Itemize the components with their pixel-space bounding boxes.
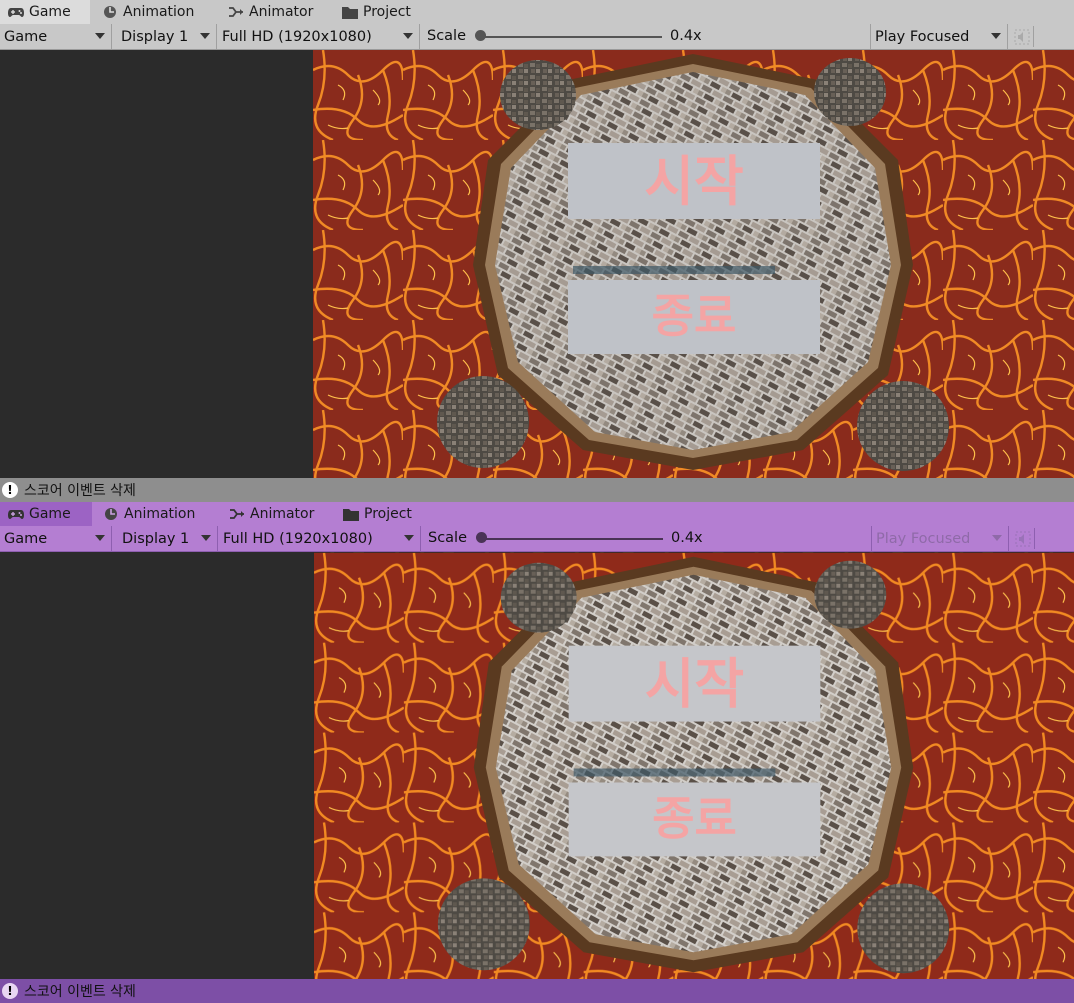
tab-label: Animation	[124, 506, 196, 522]
scale-slider-thumb[interactable]	[476, 532, 487, 543]
scale-control: Scale 0.4x	[421, 526, 871, 551]
scale-slider-track[interactable]	[482, 36, 662, 38]
display-select[interactable]: Display 1	[117, 24, 217, 49]
clock-icon	[102, 5, 118, 19]
tab-game[interactable]: Game	[0, 502, 92, 526]
clock-icon	[103, 507, 119, 521]
scale-value: 0.4x	[671, 530, 703, 546]
chevron-down-icon	[95, 33, 105, 39]
game-scene: 시작 종료	[314, 552, 1074, 981]
tab-bar: Game Animation Animator Project	[0, 502, 1074, 526]
letterbox-area	[0, 50, 313, 478]
gamepad-icon	[8, 507, 24, 521]
view-select[interactable]: Game	[0, 24, 112, 49]
chevron-down-icon	[404, 535, 414, 541]
tab-animation[interactable]: Animation	[95, 502, 219, 526]
mute-audio-button[interactable]	[1011, 26, 1034, 47]
tab-label: Animation	[123, 4, 195, 20]
quit-button[interactable]: 종료	[568, 280, 820, 354]
status-bar[interactable]: ! 스코어 이벤트 삭제	[0, 979, 1074, 1003]
game-window-normal: Game Animation Animator Project Game Dis…	[0, 0, 1074, 502]
resolution-select[interactable]: Full HD (1920x1080)	[219, 526, 421, 551]
scale-value: 0.4x	[670, 28, 702, 44]
scale-slider-thumb[interactable]	[475, 30, 486, 41]
start-button[interactable]: 시작	[568, 143, 820, 219]
status-message: 스코어 이벤트 삭제	[24, 483, 136, 499]
game-scene: 시작 종료	[313, 50, 1074, 478]
display-select-value: Display 1	[121, 28, 189, 45]
scale-label: Scale	[428, 530, 468, 546]
scale-label: Scale	[427, 28, 467, 44]
tab-animator[interactable]: Animator	[220, 0, 332, 24]
view-select[interactable]: Game	[0, 526, 112, 551]
tab-label: Project	[364, 506, 412, 522]
status-bar[interactable]: ! 스코어 이벤트 삭제	[0, 478, 1074, 502]
chevron-down-icon	[991, 33, 1001, 39]
tab-project[interactable]: Project	[334, 0, 434, 24]
quit-button-label: 종료	[652, 289, 737, 343]
view-select-value: Game	[4, 28, 48, 45]
game-viewport: 시작 종료	[0, 552, 1074, 981]
status-message: 스코어 이벤트 삭제	[24, 984, 136, 1000]
chevron-down-icon	[95, 535, 105, 541]
animator-icon	[228, 5, 244, 19]
resolution-select[interactable]: Full HD (1920x1080)	[218, 24, 420, 49]
game-window-playmode: Game Animation Animator Project Game Dis…	[0, 502, 1074, 1003]
play-mode-select: Play Focused	[871, 526, 1009, 551]
tab-label: Animator	[249, 4, 314, 20]
mute-audio-button	[1012, 528, 1035, 549]
chevron-down-icon	[403, 33, 413, 39]
quit-button[interactable]: 종료	[568, 782, 821, 857]
tab-label: Game	[29, 506, 71, 522]
tab-bar: Game Animation Animator Project	[0, 0, 1074, 24]
letterbox-area	[0, 552, 313, 981]
scale-slider-track[interactable]	[483, 538, 663, 540]
start-button-label: 시작	[645, 653, 744, 716]
folder-icon	[343, 507, 359, 521]
play-mode-select-value: Play Focused	[875, 28, 970, 45]
warning-icon: !	[2, 983, 18, 999]
tab-label: Project	[363, 4, 411, 20]
start-button[interactable]: 시작	[568, 645, 821, 722]
folder-icon	[342, 5, 358, 19]
resolution-select-value: Full HD (1920x1080)	[223, 530, 373, 547]
game-viewport: 시작 종료	[0, 50, 1074, 478]
tab-animator[interactable]: Animator	[221, 502, 333, 526]
mute-icon	[1015, 531, 1031, 547]
gamepad-icon	[8, 5, 24, 19]
quit-button-label: 종료	[652, 791, 737, 845]
animator-icon	[229, 507, 245, 521]
tab-label: Animator	[250, 506, 315, 522]
resolution-select-value: Full HD (1920x1080)	[222, 28, 372, 45]
mute-icon	[1014, 29, 1030, 45]
display-select-value: Display 1	[122, 530, 190, 547]
game-render[interactable]: 시작 종료	[313, 50, 1074, 478]
start-button-label: 시작	[644, 150, 743, 213]
tab-label: Game	[29, 4, 71, 20]
tab-project[interactable]: Project	[335, 502, 435, 526]
play-mode-select[interactable]: Play Focused	[870, 24, 1008, 49]
chevron-down-icon	[200, 33, 210, 39]
play-mode-select-value: Play Focused	[876, 530, 971, 547]
chevron-down-icon	[992, 535, 1002, 541]
tab-animation[interactable]: Animation	[94, 0, 218, 24]
chevron-down-icon	[201, 535, 211, 541]
game-toolbar: Game Display 1 Full HD (1920x1080) Scale…	[0, 526, 1074, 552]
view-select-value: Game	[4, 530, 48, 547]
scale-control: Scale 0.4x	[420, 24, 870, 49]
warning-icon: !	[2, 482, 18, 498]
tab-game[interactable]: Game	[0, 0, 90, 24]
display-select[interactable]: Display 1	[118, 526, 218, 551]
game-toolbar: Game Display 1 Full HD (1920x1080) Scale…	[0, 24, 1074, 50]
game-render[interactable]: 시작 종료	[314, 552, 1074, 981]
